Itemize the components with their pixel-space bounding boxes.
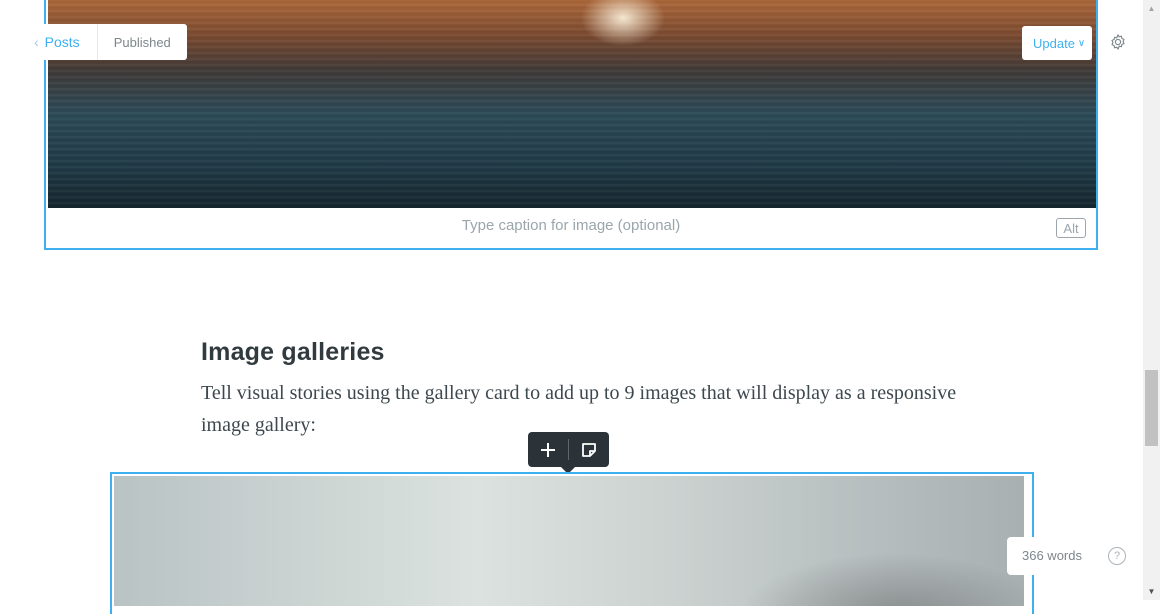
editor-header-left: ‹ Posts Published xyxy=(22,24,187,60)
alt-text-button[interactable]: Alt xyxy=(1056,218,1086,238)
lake-image[interactable] xyxy=(48,0,1096,208)
snippet-icon xyxy=(582,442,596,457)
word-count: 366 words xyxy=(1022,548,1082,563)
scroll-down-arrow-icon[interactable]: ▼ xyxy=(1143,583,1160,600)
posts-link-label: Posts xyxy=(44,34,80,50)
scroll-up-arrow-icon[interactable]: ▲ xyxy=(1143,0,1160,17)
post-status: Published xyxy=(113,34,171,50)
update-button[interactable]: Update ∨ xyxy=(1022,26,1092,60)
chevron-down-icon: ∨ xyxy=(1077,37,1086,49)
plus-icon xyxy=(541,442,555,457)
page-scrollbar[interactable]: ▲ ▼ xyxy=(1143,0,1160,600)
gallery-card[interactable] xyxy=(110,472,1034,614)
save-snippet-button[interactable] xyxy=(569,432,609,467)
help-icon[interactable]: ? xyxy=(1108,547,1126,565)
image-caption-input[interactable]: Type caption for image (optional) xyxy=(46,217,1096,234)
add-image-button[interactable] xyxy=(528,432,568,467)
back-to-posts-link[interactable]: ‹ Posts xyxy=(22,24,98,60)
gear-icon[interactable] xyxy=(1109,33,1127,51)
section-heading[interactable]: Image galleries xyxy=(201,338,385,367)
image-card[interactable]: Type caption for image (optional) Alt xyxy=(44,0,1098,250)
gallery-image[interactable] xyxy=(114,476,1024,606)
scroll-thumb[interactable] xyxy=(1145,370,1158,446)
card-toolbar xyxy=(528,432,609,474)
update-label: Update xyxy=(1033,35,1075,51)
word-count-box: 366 words ? xyxy=(1007,537,1133,575)
chevron-left-icon: ‹ xyxy=(34,34,39,50)
